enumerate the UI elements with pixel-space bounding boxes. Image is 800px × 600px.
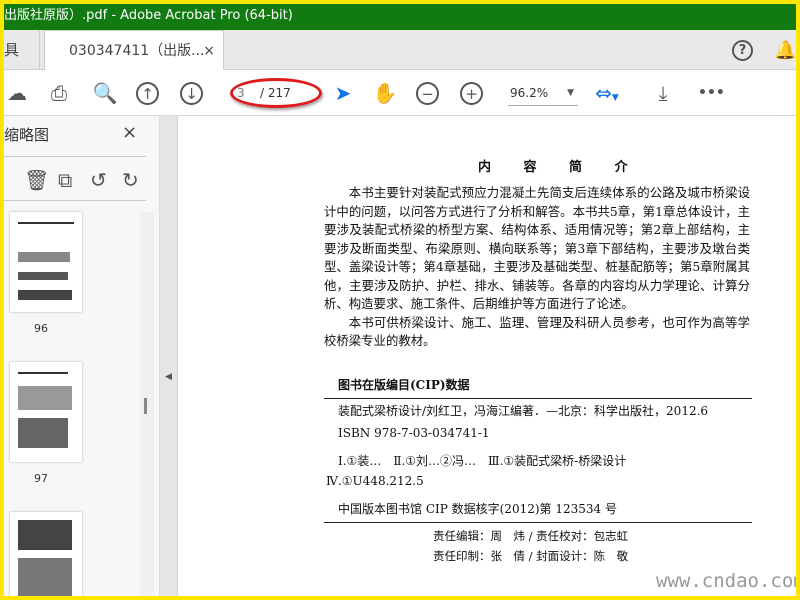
- previous-page-icon[interactable]: ↑: [136, 82, 159, 105]
- thumbnail-label: 97: [34, 472, 48, 485]
- zoom-value: 96.2%: [510, 86, 549, 100]
- paragraph: 本书主要针对装配式预应力混凝土先简支后连续体系的公路及城市桥梁设计中的问题，以问…: [324, 185, 750, 311]
- panel-collapse-handle[interactable]: ◀: [160, 116, 178, 596]
- rotate-right-icon[interactable]: ↻: [122, 168, 139, 192]
- paragraph: 本书可供桥梁设计、施工、监理、管理及科研人员参考，也可作为高等学校桥梁专业的教材…: [324, 314, 750, 349]
- zoom-in-icon[interactable]: +: [460, 82, 483, 105]
- extract-page-icon[interactable]: ⧉: [58, 168, 72, 192]
- tab-tools[interactable]: 具: [4, 30, 40, 70]
- panel-title: 缩略图: [4, 126, 50, 144]
- page-thumbnail[interactable]: [10, 362, 82, 462]
- tab-document[interactable]: 030347411（出版... ×: [44, 30, 224, 71]
- summary-text: 本书主要针对装配式预应力混凝土先简支后连续体系的公路及城市桥梁设计中的问题，以问…: [324, 184, 750, 351]
- scrollbar-thumb[interactable]: [144, 398, 147, 414]
- rule: [324, 522, 752, 523]
- zoom-select[interactable]: 96.2% ▼: [508, 82, 578, 106]
- credit-line: 责任编辑：周 炜 / 责任校对：包志虹: [433, 529, 629, 543]
- trash-icon[interactable]: 🗑: [24, 168, 49, 192]
- rule: [324, 398, 752, 399]
- print-icon[interactable]: ⎙: [46, 80, 72, 106]
- page-thumbnail[interactable]: [10, 212, 82, 312]
- more-tools-icon[interactable]: •••: [698, 80, 725, 106]
- search-zoom-icon[interactable]: 🔍: [92, 80, 118, 106]
- fit-page-icon[interactable]: ⇔▼: [594, 80, 620, 106]
- chevron-down-icon: ▼: [567, 88, 574, 98]
- thumbnail-scrollbar[interactable]: [140, 212, 154, 596]
- cip-title: 图书在版编目(CIP)数据: [338, 378, 470, 392]
- zoom-out-icon[interactable]: −: [416, 82, 439, 105]
- help-icon[interactable]: ?: [732, 40, 753, 61]
- cip-line: 中国版本图书馆 CIP 数据核字(2012)第 123534 号: [338, 502, 617, 516]
- cip-line: Ⅳ.①U448.212.5: [326, 474, 424, 488]
- hand-tool-icon[interactable]: ✋: [372, 80, 398, 106]
- watermark: www.cndao.com: [656, 570, 796, 592]
- upload-cloud-icon[interactable]: ☁: [4, 80, 30, 106]
- document-page: 内 容 简 介 本书主要针对装配式预应力混凝土先简支后连续体系的公路及城市桥梁设…: [178, 116, 796, 596]
- cip-line: ISBN 978-7-03-034741-1: [338, 426, 490, 440]
- select-cursor-icon[interactable]: ➤: [330, 80, 356, 106]
- red-annotation-ellipse: [230, 78, 322, 108]
- page-heading: 内 容 简 介: [478, 160, 642, 175]
- toolbar: ☁ ⎙ 🔍 ↑ ↓ 3 / 217 ➤ ✋ − + 96.2% ▼ ⇔▼ ⤓ ••…: [4, 70, 796, 116]
- credit-line: 责任印制：张 倩 / 封面设计：陈 敬: [433, 549, 629, 563]
- thumbnail-label: 96: [34, 322, 48, 335]
- close-tab-icon[interactable]: ×: [203, 31, 215, 71]
- scroll-mode-icon[interactable]: ⤓: [650, 80, 676, 106]
- tab-bar: 具 030347411（出版... × ? 🔔: [4, 30, 796, 71]
- title-bar: 出版社原版）.pdf - Adobe Acrobat Pro (64-bit): [4, 4, 796, 30]
- tab-label: 030347411（出版...: [69, 43, 205, 59]
- divider: [4, 156, 146, 157]
- divider: [4, 200, 146, 201]
- thumbnails-panel: 缩略图 × 🗑 ⧉ ↺ ↻ 96 97: [4, 116, 160, 596]
- window-title: 出版社原版）.pdf - Adobe Acrobat Pro (64-bit): [4, 8, 293, 23]
- rotate-left-icon[interactable]: ↺: [90, 168, 107, 192]
- cip-line: Ⅰ.①装… Ⅱ.①刘…②冯… Ⅲ.①装配式梁桥-桥梁设计: [338, 454, 627, 468]
- bell-icon[interactable]: 🔔: [774, 40, 796, 61]
- collapse-arrow-icon: ◀: [165, 372, 172, 382]
- cip-line: 装配式梁桥设计/刘红卫，冯海江编著．—北京：科学出版社，2012.6: [338, 404, 709, 418]
- acrobat-window: 出版社原版）.pdf - Adobe Acrobat Pro (64-bit) …: [4, 4, 796, 596]
- close-panel-icon[interactable]: ×: [122, 122, 137, 143]
- next-page-icon[interactable]: ↓: [180, 82, 203, 105]
- page-thumbnail[interactable]: [10, 512, 82, 596]
